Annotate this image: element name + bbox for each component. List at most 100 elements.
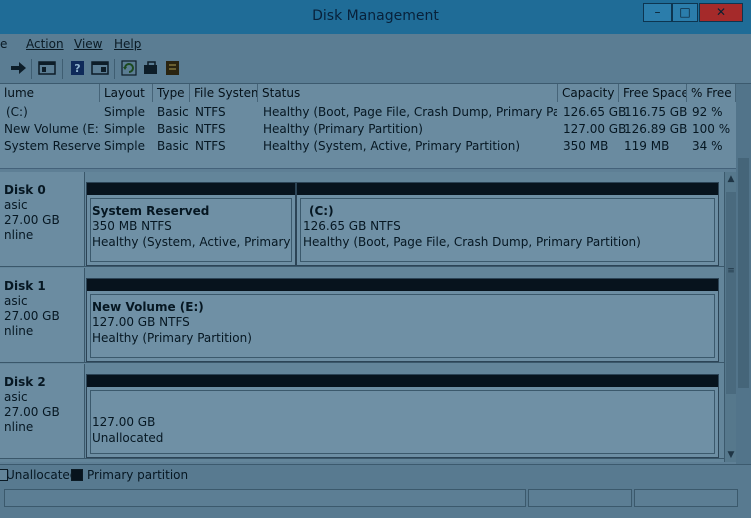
partition-block[interactable]: New Volume (E:) 127.00 GB NTFS Healthy (…: [86, 278, 719, 362]
cell-volume: System Reserved: [4, 139, 100, 153]
column-header-type[interactable]: Type: [153, 84, 190, 102]
cell-status: Healthy (System, Active, Primary Partiti…: [263, 139, 521, 153]
cell-layout: Simple: [104, 139, 145, 153]
partition-bar: [87, 279, 718, 291]
scrollbar-thumb[interactable]: [738, 158, 749, 388]
disk-state: nline: [4, 228, 34, 242]
status-pane-main: [4, 489, 526, 507]
cell-file-system: NTFS: [195, 105, 226, 119]
column-header-file-system[interactable]: File System: [190, 84, 258, 102]
svg-text:?: ?: [74, 62, 80, 75]
menu-file[interactable]: e: [0, 37, 7, 51]
partition-bar: [297, 183, 718, 195]
partition-size: 126.65 GB NTFS: [303, 219, 401, 233]
partition-size: 127.00 GB NTFS: [92, 315, 190, 329]
partition-block[interactable]: (C:) 126.65 GB NTFS Healthy (Boot, Page …: [296, 182, 719, 266]
close-button[interactable]: ✕: [699, 3, 743, 22]
menu-help-label: Help: [114, 37, 142, 51]
column-header-layout[interactable]: Layout: [100, 84, 153, 102]
cell-file-system: NTFS: [195, 139, 226, 153]
window-scrollbar[interactable]: [736, 84, 751, 464]
scrollbar-thumb[interactable]: [726, 192, 736, 394]
cell-volume: (C:): [6, 105, 28, 119]
cell-volume: New Volume (E:): [4, 122, 100, 136]
minimize-icon: –: [654, 5, 661, 19]
help-icon[interactable]: ?: [69, 60, 87, 76]
disk-row: Disk 0 asic 27.00 GB nline System Reserv…: [0, 172, 724, 267]
properties-icon[interactable]: [91, 60, 109, 76]
disk-info[interactable]: Disk 2 asic 27.00 GB nline: [0, 364, 85, 458]
volume-list: lume Layout Type File System Status Capa…: [0, 84, 736, 169]
partition-status: Unallocated: [92, 431, 164, 445]
cell-capacity: 350 MB: [563, 139, 609, 153]
disk-type: asic: [4, 390, 28, 404]
legend-swatch-primary: [71, 469, 83, 481]
menu-view-label: View: [74, 37, 103, 51]
cell-percent-free: 100 %: [692, 122, 731, 136]
disk-management-window: Disk Management – □ ✕ e Action View Help…: [0, 0, 751, 518]
minimize-button[interactable]: –: [643, 3, 672, 22]
disk-size: 27.00 GB: [4, 309, 60, 323]
disk-name: Disk 0: [4, 183, 46, 197]
cell-capacity: 127.00 GB: [563, 122, 627, 136]
disk-name: Disk 1: [4, 279, 46, 293]
partition-size: 350 MB NTFS: [92, 219, 172, 233]
disk-info[interactable]: Disk 0 asic 27.00 GB nline: [0, 172, 85, 266]
cell-file-system: NTFS: [195, 122, 226, 136]
cell-percent-free: 92 %: [692, 105, 723, 119]
toolbar: ?: [0, 54, 751, 84]
column-header-status[interactable]: Status: [258, 84, 558, 102]
partition-block[interactable]: 127.00 GB Unallocated: [86, 374, 719, 458]
disk-graphical-view: Disk 0 asic 27.00 GB nline System Reserv…: [0, 172, 724, 462]
status-pane: [634, 489, 738, 507]
legend-label-primary: Primary partition: [87, 468, 189, 482]
column-header-percent-free[interactable]: % Free: [687, 84, 736, 102]
partition-status: Healthy (Primary Partition): [92, 331, 252, 345]
export-icon[interactable]: [164, 60, 182, 76]
partition-title: System Reserved: [92, 204, 210, 218]
cell-status: Healthy (Primary Partition): [263, 122, 423, 136]
close-icon: ✕: [715, 5, 727, 19]
cell-layout: Simple: [104, 122, 145, 136]
partition-status: Healthy (Boot, Page File, Crash Dump, Pr…: [303, 235, 641, 249]
cell-layout: Simple: [104, 105, 145, 119]
disk-type: asic: [4, 198, 28, 212]
disk-state: nline: [4, 324, 34, 338]
cell-capacity: 126.65 GB: [563, 105, 627, 119]
toolbar-separator: [62, 59, 63, 79]
disk-row: Disk 1 asic 27.00 GB nline New Volume (E…: [0, 268, 724, 363]
menu-help[interactable]: Help: [114, 37, 141, 51]
console-tree-icon[interactable]: [38, 60, 56, 76]
menu-action[interactable]: Action: [26, 37, 64, 51]
maximize-icon: □: [679, 5, 691, 19]
cell-percent-free: 34 %: [692, 139, 723, 153]
disk-size: 27.00 GB: [4, 213, 60, 227]
legend-label-unallocated: Unallocated: [6, 468, 78, 482]
disk-name: Disk 2: [4, 375, 46, 389]
toolbar-separator: [31, 59, 32, 79]
status-pane: [528, 489, 632, 507]
column-header-free-space[interactable]: Free Space: [619, 84, 687, 102]
partition-block[interactable]: System Reserved 350 MB NTFS Healthy (Sys…: [86, 182, 296, 266]
disk-row: Disk 2 asic 27.00 GB nline 127.00 GB Una…: [0, 364, 724, 459]
toolbar-separator: [114, 59, 115, 79]
menu-bar: e Action View Help: [0, 34, 751, 54]
forward-icon[interactable]: [9, 60, 27, 76]
legend-bar: Unallocated Primary partition: [0, 464, 751, 485]
partition-status: Healthy (System, Active, Primary Partiti: [92, 235, 292, 249]
rescan-icon[interactable]: [142, 60, 160, 76]
cell-status: Healthy (Boot, Page File, Crash Dump, Pr…: [263, 105, 557, 119]
cell-free-space: 126.89 GB: [624, 122, 688, 136]
maximize-button[interactable]: □: [672, 3, 698, 22]
cell-free-space: 116.75 GB: [624, 105, 688, 119]
disk-type: asic: [4, 294, 28, 308]
column-header-volume[interactable]: lume: [0, 84, 100, 102]
cell-type: Basic: [157, 105, 189, 119]
column-header-capacity[interactable]: Capacity: [558, 84, 619, 102]
disk-info[interactable]: Disk 1 asic 27.00 GB nline: [0, 268, 85, 362]
menu-view[interactable]: View: [74, 37, 102, 51]
window-title: Disk Management: [312, 8, 439, 24]
refresh-icon[interactable]: [120, 60, 138, 76]
title-bar[interactable]: Disk Management – □ ✕: [0, 0, 751, 34]
partition-title: (C:): [309, 204, 334, 218]
